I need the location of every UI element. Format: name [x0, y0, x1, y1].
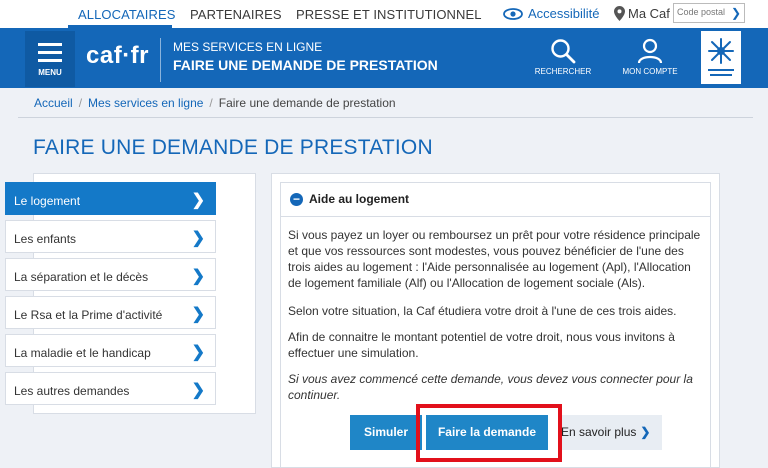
sidebar-item-label: La séparation et le décès [14, 270, 149, 284]
chevron-right-icon: ❯ [191, 344, 205, 361]
chevron-right-icon: ❯ [191, 306, 205, 323]
breadcrumb-home[interactable]: Accueil [34, 96, 73, 110]
section-paragraph: Afin de connaitre le montant potentiel d… [288, 330, 675, 360]
ma-caf-label: Ma Caf [628, 6, 670, 21]
accessibility-label: Accessibilité [528, 6, 600, 21]
sidebar-item-separation[interactable]: La séparation et le décès ❯ [5, 258, 216, 291]
sidebar-item-label: Les enfants [14, 232, 77, 246]
menu-button[interactable]: MENU [25, 31, 75, 87]
tab-allocataires[interactable]: ALLOCATAIRES [78, 7, 176, 22]
accessibility-link[interactable]: Accessibilité [503, 6, 600, 21]
sidebar-item-logement[interactable]: Le logement ❯ [5, 182, 216, 215]
account-label: MON COMPTE [622, 67, 678, 76]
sidebar-item-maladie[interactable]: La maladie et le handicap ❯ [5, 334, 216, 367]
sidebar-item-label: Les autres demandes [14, 384, 130, 398]
breadcrumb-services[interactable]: Mes services en ligne [88, 96, 203, 110]
breadcrumb-current: Faire une demande de prestation [218, 96, 396, 110]
sidebar-item-label: La maladie et le handicap [14, 346, 151, 360]
learn-more-label: En savoir plus [561, 425, 637, 439]
breadcrumb: Accueil / Mes services en ligne / Faire … [34, 96, 396, 110]
chevron-right-icon: ❯ [640, 425, 651, 439]
simulate-button[interactable]: Simuler [350, 415, 422, 450]
section-paragraph: Si vous payez un loyer ou remboursez un … [288, 228, 701, 290]
postal-submit-chevron-icon[interactable]: ❯ [728, 3, 744, 23]
chevron-right-icon: ❯ [191, 230, 205, 247]
search-label: RECHERCHER [534, 67, 592, 76]
page-title: FAIRE UNE DEMANDE DE PRESTATION [33, 136, 433, 159]
government-logo [701, 31, 741, 84]
account-button[interactable]: MON COMPTE [617, 38, 683, 76]
menu-label: MENU [38, 68, 62, 77]
top-navigation: ALLOCATAIRES PARTENAIRES PRESSE ET INSTI… [0, 0, 768, 28]
tab-presse[interactable]: PRESSE ET INSTITUTIONNEL [296, 7, 482, 22]
header-subtitle: MES SERVICES EN LIGNE [173, 40, 323, 54]
sidebar-item-label: Le Rsa et la Prime d'activité [14, 308, 163, 322]
sidebar-item-enfants[interactable]: Les enfants ❯ [5, 220, 216, 253]
section-paragraph: Selon votre situation, la Caf étudiera v… [288, 304, 677, 318]
hamburger-icon [38, 43, 62, 67]
chevron-right-icon: ❯ [191, 382, 205, 399]
section-title: Aide au logement [309, 192, 410, 206]
collapse-icon[interactable]: − [290, 193, 303, 206]
highlight-box [416, 404, 562, 462]
location-pin-icon [614, 6, 625, 21]
ma-caf-link[interactable]: Ma Caf [614, 6, 670, 21]
user-icon [637, 38, 663, 64]
chevron-right-icon: ❯ [191, 192, 205, 209]
republic-emblem-icon [708, 38, 734, 76]
header-title: FAIRE UNE DEMANDE DE PRESTATION [173, 57, 438, 73]
breadcrumb-separator: / [209, 96, 213, 110]
tab-partenaires[interactable]: PARTENAIRES [190, 7, 282, 22]
learn-more-button[interactable]: En savoir plus ❯ [559, 415, 662, 450]
sidebar-item-rsa[interactable]: Le Rsa et la Prime d'activité ❯ [5, 296, 216, 329]
search-icon [551, 39, 576, 64]
sidebar-item-autres[interactable]: Les autres demandes ❯ [5, 372, 216, 405]
breadcrumb-separator: / [78, 96, 83, 110]
caf-logo[interactable]: caf·fr [86, 42, 149, 70]
header-divider [160, 38, 161, 82]
sidebar-item-label: Le logement [14, 194, 81, 208]
login-note: Si vous avez commencé cette demande, vou… [288, 372, 693, 402]
chevron-right-icon: ❯ [191, 268, 205, 285]
divider [18, 117, 753, 118]
eye-icon [503, 7, 523, 20]
search-button[interactable]: RECHERCHER [533, 38, 593, 76]
